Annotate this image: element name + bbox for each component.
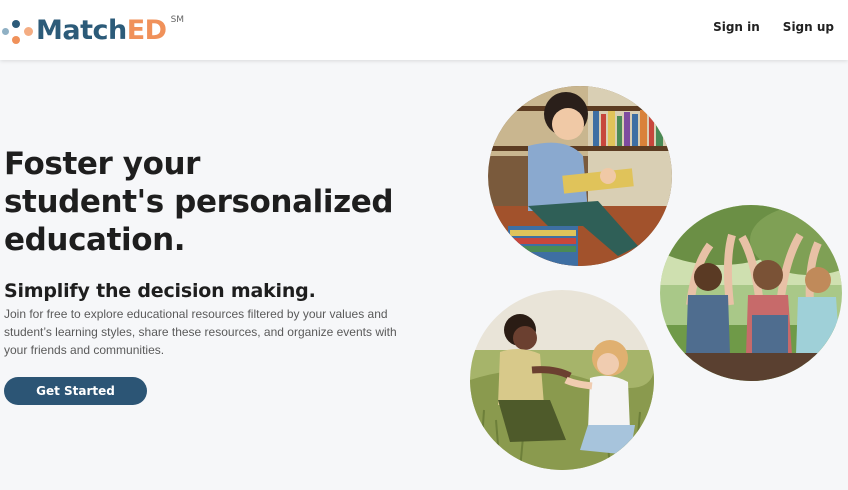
sign-in-link[interactable]: Sign in — [713, 20, 760, 34]
matched-logo[interactable]: MatchED SM — [0, 12, 184, 48]
logo-service-mark: SM — [170, 15, 185, 25]
logo-wordmark: MatchED — [36, 14, 167, 46]
get-started-button[interactable]: Get Started — [4, 377, 147, 405]
site-header: MatchED SM Sign in Sign up — [0, 0, 848, 60]
hero-title-line: Foster your — [4, 146, 201, 182]
hero-description: Join for free to explore educational res… — [4, 307, 397, 357]
sign-up-link[interactable]: Sign up — [783, 20, 834, 34]
photo-children-outdoors — [660, 205, 842, 381]
logo-dots-icon — [0, 12, 36, 48]
hero-title: Foster your student's personalized educa… — [4, 145, 394, 259]
photo-boy-reading — [488, 86, 672, 266]
top-nav: Sign in Sign up — [713, 20, 834, 34]
photo-girls-meadow — [470, 290, 654, 470]
hero-subtitle: Simplify the decision making. — [4, 280, 316, 302]
hero-title-line: student's personalized — [4, 184, 394, 220]
hero-title-line: education. — [4, 222, 186, 258]
